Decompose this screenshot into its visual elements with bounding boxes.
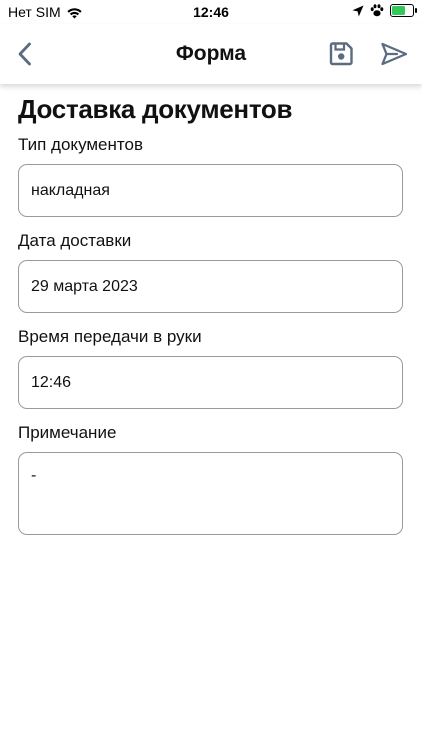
document-type-value: накладная: [31, 181, 110, 199]
document-type-field[interactable]: накладная: [18, 164, 403, 217]
location-arrow-icon: [352, 5, 364, 17]
delivery-date-field[interactable]: 29 марта 2023: [18, 260, 403, 313]
form-title: Доставка документов: [18, 94, 293, 124]
battery-level: [392, 6, 405, 15]
note-value: -: [31, 467, 37, 484]
delivery-date-value: 29 марта 2023: [31, 277, 138, 295]
handover-time-value: 12:46: [31, 373, 72, 391]
note-label: Примечание: [18, 423, 117, 442]
save-button[interactable]: [328, 41, 354, 67]
paw-icon: [370, 4, 384, 17]
battery-charging-icon: [390, 4, 417, 17]
handover-time-field[interactable]: 12:46: [18, 356, 403, 409]
handover-time-label: Время передачи в руки: [18, 327, 202, 346]
status-bar: Нет SIM 12:46: [0, 0, 422, 24]
document-type-label: Тип документов: [18, 135, 143, 154]
note-field[interactable]: -: [18, 452, 403, 535]
send-icon: [381, 42, 408, 66]
form-container: Доставка документов Тип документов накла…: [18, 94, 404, 535]
floppy-disk-icon: [329, 42, 353, 66]
navigation-bar: Форма: [0, 24, 422, 84]
delivery-date-label: Дата доставки: [18, 231, 132, 250]
page-title: Форма: [175, 42, 247, 65]
status-right: [352, 4, 417, 17]
send-button[interactable]: [380, 41, 408, 67]
